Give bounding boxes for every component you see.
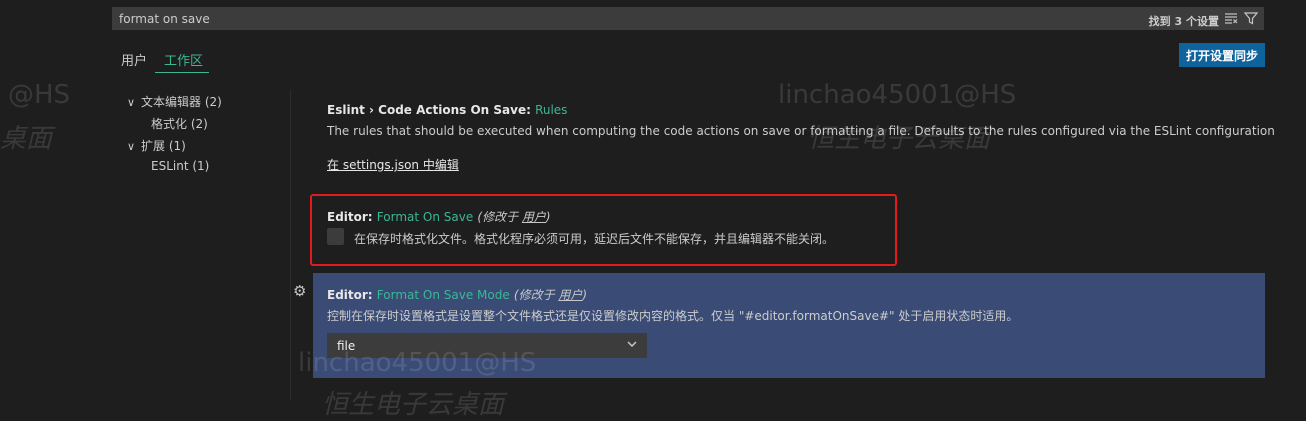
watermark-text: 恒生电子云桌面 bbox=[322, 390, 505, 420]
edit-in-settings-json-link[interactable]: 在 settings.json 中编辑 bbox=[327, 156, 459, 173]
toc-divider bbox=[290, 90, 291, 400]
setting-title-format-on-save: Editor: Format On Save (修改于 用户) bbox=[327, 210, 551, 224]
modified-in-user-link[interactable]: 用户 bbox=[522, 210, 546, 224]
settings-search-box[interactable]: format on save 找到 3 个设置 bbox=[112, 7, 1264, 30]
watermark-text: linchao45001@HS bbox=[778, 80, 1017, 110]
format-on-save-checkbox[interactable] bbox=[327, 228, 344, 245]
toc-item-formatting[interactable]: 格式化 (2) bbox=[151, 115, 208, 132]
chevron-down-icon: ∨ bbox=[127, 96, 136, 109]
filter-icon[interactable] bbox=[1243, 11, 1259, 27]
setting-description-format-on-save: 在保存时格式化文件。格式化程序必须可用，延迟后文件不能保存，并且编辑器不能关闭。 bbox=[354, 232, 835, 246]
select-value: file bbox=[337, 339, 356, 353]
open-settings-sync-button[interactable]: 打开设置同步 bbox=[1179, 43, 1265, 67]
format-on-save-mode-select[interactable]: file bbox=[327, 333, 647, 358]
search-input[interactable]: format on save bbox=[119, 12, 210, 26]
setting-description-eslint-rules: The rules that should be executed when c… bbox=[327, 124, 1275, 138]
modified-in-user-link[interactable]: 用户 bbox=[558, 288, 582, 302]
toc-item-extensions[interactable]: ∨ 扩展 (1) bbox=[127, 137, 186, 154]
toc-item-text-editor[interactable]: ∨ 文本编辑器 (2) bbox=[127, 93, 222, 110]
clear-filter-icon[interactable] bbox=[1223, 11, 1239, 27]
setting-description-format-on-save-mode: 控制在保存时设置格式是设置整个文件格式还是仅设置修改内容的格式。仅当 "#edi… bbox=[327, 309, 1019, 323]
setting-title-eslint-rules: Eslint › Code Actions On Save: Rules bbox=[327, 103, 568, 117]
setting-title-format-on-save-mode: Editor: Format On Save Mode (修改于 用户) bbox=[327, 288, 588, 302]
active-tab-indicator bbox=[155, 72, 209, 73]
watermark-text: @HS bbox=[8, 80, 71, 110]
toc-item-eslint[interactable]: ESLint (1) bbox=[151, 159, 209, 173]
gear-icon[interactable]: ⚙ bbox=[293, 282, 306, 300]
tab-workspace[interactable]: 工作区 bbox=[164, 50, 203, 69]
search-result-count: 找到 3 个设置 bbox=[1148, 15, 1219, 28]
watermark-text: 桌面 bbox=[0, 124, 53, 154]
tab-user[interactable]: 用户 bbox=[121, 50, 147, 69]
chevron-down-icon bbox=[626, 337, 638, 354]
chevron-down-icon: ∨ bbox=[127, 140, 136, 153]
